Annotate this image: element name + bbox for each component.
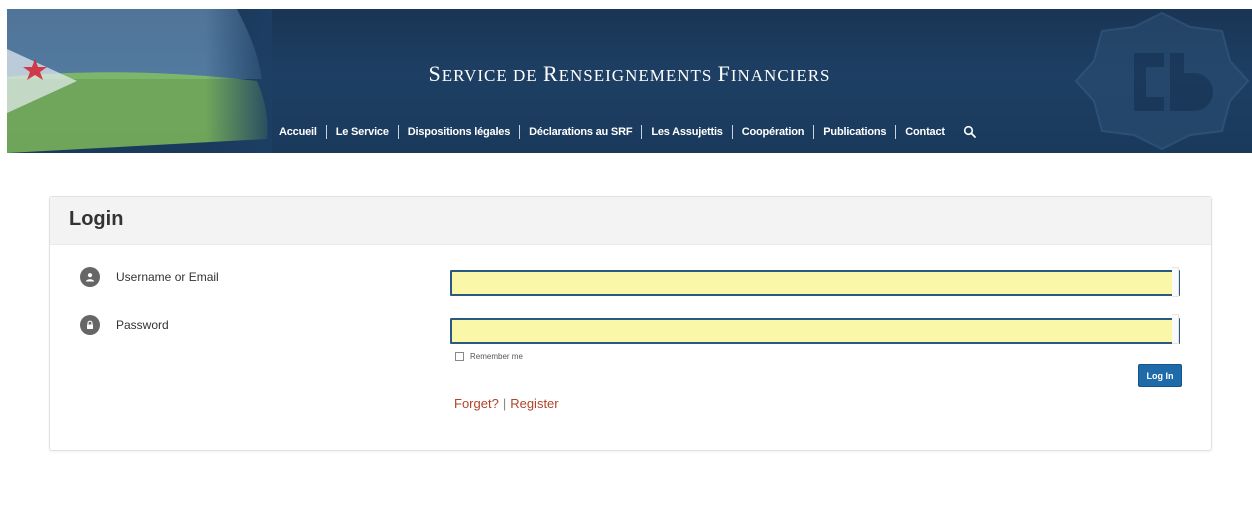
site-title: Service de Renseignements Financiers: [7, 61, 1252, 87]
login-panel-header: [50, 197, 1211, 245]
title-word: inanciers: [730, 66, 831, 85]
link-separator: |: [502, 396, 507, 411]
lock-icon: [80, 315, 100, 335]
username-field[interactable]: [450, 270, 1180, 296]
nav-divider: [813, 125, 815, 139]
user-icon: [80, 267, 100, 287]
remember-me-label: Remember me: [470, 352, 523, 361]
main-nav: Accueil Le Service Dispositions légales …: [279, 125, 977, 139]
nav-item-accueil[interactable]: Accueil: [279, 126, 317, 138]
nav-divider: [895, 125, 897, 139]
login-button[interactable]: Log In: [1138, 364, 1182, 387]
password-label: Password: [80, 315, 169, 335]
nav-item-dispositions-legales[interactable]: Dispositions légales: [408, 126, 511, 138]
forget-password-link[interactable]: Forget?: [454, 396, 499, 411]
nav-divider: [731, 125, 733, 139]
title-word: enseignements: [558, 66, 713, 85]
nav-divider: [519, 125, 521, 139]
nav-item-publications[interactable]: Publications: [823, 126, 886, 138]
login-panel: Login Username or Email Password Remembe…: [49, 196, 1212, 451]
nav-divider: [397, 125, 399, 139]
title-capital: S: [428, 61, 442, 86]
username-label: Username or Email: [80, 267, 219, 287]
remember-me[interactable]: Remember me: [455, 352, 523, 361]
remember-me-checkbox[interactable]: [455, 352, 464, 361]
title-word: de: [513, 66, 538, 85]
site-header: Service de Renseignements Financiers Acc…: [7, 9, 1252, 153]
nav-item-declarations[interactable]: Déclarations au SRF: [529, 126, 632, 138]
nav-item-le-service[interactable]: Le Service: [336, 126, 389, 138]
search-icon[interactable]: [963, 125, 977, 139]
register-link[interactable]: Register: [510, 396, 558, 411]
nav-item-assujettis[interactable]: Les Assujettis: [651, 126, 723, 138]
page-title: Login: [69, 208, 124, 230]
title-word: ervice: [441, 66, 508, 85]
input-edge: [1172, 267, 1179, 297]
username-label-text: Username or Email: [116, 270, 219, 284]
password-field[interactable]: [450, 318, 1180, 344]
nav-divider: [641, 125, 643, 139]
nav-divider: [325, 125, 327, 139]
title-capital: R: [542, 61, 559, 86]
nav-item-cooperation[interactable]: Coopération: [742, 126, 805, 138]
password-label-text: Password: [116, 318, 169, 332]
input-edge: [1172, 314, 1179, 344]
account-links: Forget? | Register: [454, 396, 559, 411]
title-capital: F: [717, 61, 731, 86]
nav-item-contact[interactable]: Contact: [905, 126, 945, 138]
